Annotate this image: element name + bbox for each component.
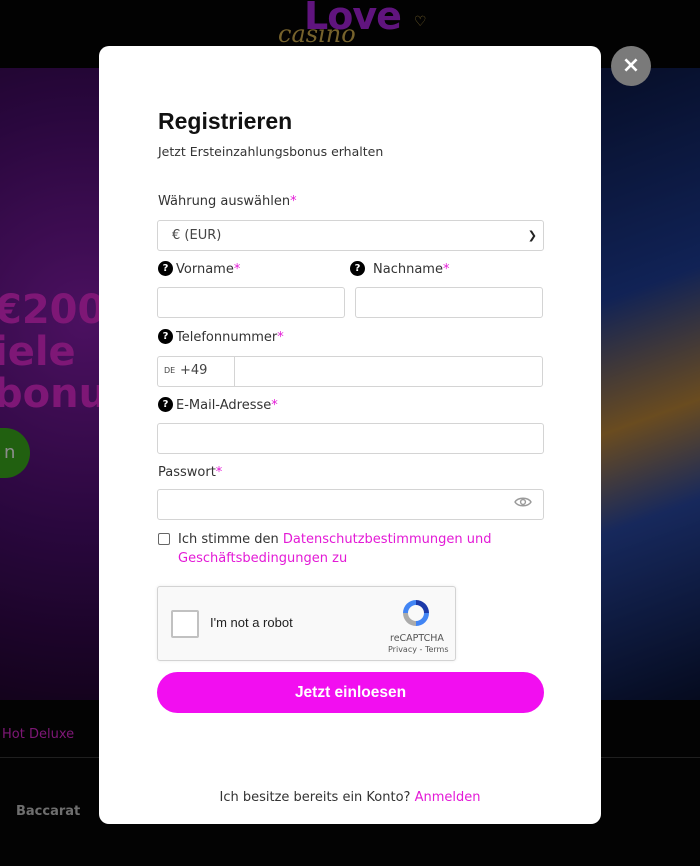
modal-subtitle: Jetzt Ersteinzahlungsbonus erhalten	[158, 144, 384, 159]
recaptcha-links[interactable]: Privacy - Terms	[388, 645, 449, 654]
first-name-input[interactable]	[157, 287, 345, 318]
help-icon[interactable]: ?	[158, 261, 173, 276]
first-name-label-text: Vorname	[176, 262, 234, 277]
required-marker: *	[215, 465, 223, 480]
phone-label-text: Telefonnummer	[176, 330, 278, 345]
close-button[interactable]: ×	[611, 46, 651, 86]
recaptcha-widget: I'm not a robot reCAPTCHA Privacy - Term…	[157, 586, 456, 661]
country-code-select[interactable]: DE +49	[157, 356, 235, 387]
last-name-label-text: Nachname	[373, 262, 443, 277]
currency-value: € (EUR)	[172, 228, 222, 243]
registration-modal: Registrieren Jetzt Ersteinzahlungsbonus …	[99, 46, 601, 824]
recaptcha-brand: reCAPTCHA	[390, 633, 444, 644]
phone-input[interactable]	[234, 356, 543, 387]
terms-prefix: Ich stimme den	[178, 532, 283, 547]
terms-checkbox[interactable]	[158, 533, 170, 545]
required-marker: *	[271, 398, 278, 413]
modal-title: Registrieren	[158, 108, 293, 134]
required-marker: *	[233, 262, 241, 277]
required-marker: *	[442, 262, 450, 277]
email-label: E-Mail-Adresse*	[176, 398, 278, 413]
last-name-label: Nachname*	[373, 262, 449, 277]
close-icon: ×	[621, 53, 641, 78]
first-name-label: Vorname*	[176, 262, 240, 277]
recaptcha-label: I'm not a robot	[210, 615, 293, 630]
chevron-down-icon: ❯	[527, 229, 537, 242]
recaptcha-logo-icon	[403, 600, 429, 626]
help-icon[interactable]: ?	[158, 329, 173, 344]
email-input[interactable]	[157, 423, 544, 454]
email-label-text: E-Mail-Adresse	[176, 398, 272, 413]
required-marker: *	[277, 330, 284, 345]
eye-icon[interactable]	[514, 496, 532, 508]
login-prompt: Ich besitze bereits ein Konto? Anmelden	[99, 790, 601, 805]
login-link[interactable]: Anmelden	[415, 790, 481, 805]
country-flag: DE	[164, 366, 176, 375]
required-marker: *	[290, 194, 297, 209]
last-name-input[interactable]	[355, 287, 543, 318]
login-prompt-text: Ich besitze bereits ein Konto?	[219, 790, 411, 805]
password-input[interactable]	[157, 489, 544, 520]
dial-code: +49	[180, 363, 208, 378]
password-label: Passwort*	[158, 465, 222, 480]
currency-select[interactable]: € (EUR) ❯	[157, 220, 544, 251]
currency-label: Währung auswählen*	[158, 194, 297, 209]
terms-text: Ich stimme den Datenschutzbestimmungen u…	[178, 530, 508, 568]
password-label-text: Passwort	[158, 465, 216, 480]
recaptcha-checkbox[interactable]	[171, 610, 199, 638]
help-icon[interactable]: ?	[158, 397, 173, 412]
currency-label-text: Währung auswählen	[158, 194, 291, 209]
help-icon[interactable]: ?	[350, 261, 365, 276]
phone-label: Telefonnummer*	[176, 330, 284, 345]
submit-button[interactable]: Jetzt einloesen	[157, 672, 544, 713]
